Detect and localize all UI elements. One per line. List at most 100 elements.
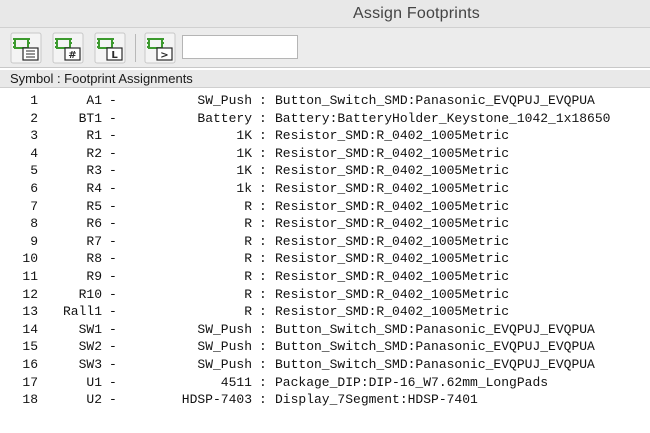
row-colon: :: [259, 128, 267, 144]
row-number: 6: [30, 181, 38, 196]
row-reference: SW3: [78, 357, 102, 372]
row-value: SW_Push: [197, 93, 252, 108]
row-number: 7: [30, 198, 38, 214]
row-reference: R6: [86, 216, 102, 232]
table-row[interactable]: 10 R8- R: Resistor_SMD:R_0402_1005Metric: [0, 250, 650, 268]
row-dash: -: [109, 198, 117, 214]
table-row[interactable]: 12 R10- R: Resistor_SMD:R_0402_1005Metric: [0, 286, 650, 304]
table-row[interactable]: 13 Rall1- R: Resistor_SMD:R_0402_1005Metric: [0, 303, 650, 321]
component-list-icon: [10, 32, 42, 64]
row-footprint: Display_7Segment:HDSP-7401: [275, 392, 478, 408]
table-row[interactable]: 16 SW3- SW_Push: Button_Switch_SMD:Panasoni…: [0, 356, 650, 374]
row-footprint: Resistor_SMD:R_0402_1005Metric: [275, 269, 510, 284]
table-row[interactable]: 3 R1- 1K: Resistor_SMD:R_0402_1005Metric: [0, 127, 650, 145]
row-number: 8: [30, 216, 38, 232]
text-filter-symbol: >: [160, 50, 168, 61]
table-row[interactable]: 17 U1- 4511: Package_DIP:DIP-16_W7.62mm_Lon…: [0, 374, 650, 392]
row-number: 17: [22, 374, 38, 390]
row-dash: -: [109, 181, 117, 196]
row-number: 4: [30, 145, 38, 161]
filter-by-text-button[interactable]: >: [144, 32, 176, 64]
table-row[interactable]: 1 A1- SW_Push: Button_Switch_SMD:Panasonic_…: [0, 92, 650, 110]
row-value: 4511: [220, 374, 252, 390]
row-value: R: [244, 269, 252, 284]
row-value: SW_Push: [197, 357, 252, 372]
view-symbol-list-button[interactable]: [10, 32, 42, 64]
row-dash: -: [109, 251, 117, 267]
row-value: R: [244, 233, 252, 249]
row-value: SW_Push: [197, 339, 252, 355]
library-symbol: L: [111, 50, 118, 61]
table-row[interactable]: 7 R5- R: Resistor_SMD:R_0402_1005Metric: [0, 198, 650, 216]
row-reference: R3: [86, 163, 102, 179]
row-colon: :: [259, 339, 267, 355]
row-number: 11: [22, 269, 38, 284]
row-reference: SW1: [78, 321, 102, 337]
row-number: 18: [22, 392, 38, 408]
row-value: R: [244, 216, 252, 232]
row-footprint: Resistor_SMD:R_0402_1005Metric: [275, 216, 510, 232]
row-footprint: Button_Switch_SMD:Panasonic_EVQPUJ_EVQPU…: [275, 357, 595, 372]
pin-count-symbol: #: [68, 50, 76, 61]
row-value: R: [244, 304, 252, 320]
row-colon: :: [259, 181, 267, 196]
row-number: 10: [22, 251, 38, 267]
row-colon: :: [259, 269, 267, 284]
table-row[interactable]: 15 SW2- SW_Push: Button_Switch_SMD:Panasoni…: [0, 338, 650, 356]
table-row[interactable]: 18 U2- HDSP-7403: Display_7Segment:HDSP-740…: [0, 391, 650, 409]
row-reference: R9: [86, 269, 102, 284]
table-row[interactable]: 8 R6- R: Resistor_SMD:R_0402_1005Metric: [0, 215, 650, 233]
row-reference: A1: [86, 93, 102, 108]
row-reference: U1: [86, 374, 102, 390]
filter-by-library-button[interactable]: L: [94, 32, 126, 64]
assignments-panel-title: Symbol : Footprint Assignments: [10, 71, 193, 86]
row-footprint: Resistor_SMD:R_0402_1005Metric: [275, 128, 510, 144]
row-colon: :: [259, 251, 267, 267]
row-value: HDSP-7403: [181, 392, 252, 408]
row-value: R: [244, 286, 252, 302]
row-colon: :: [259, 233, 267, 249]
window-titlebar: Assign Footprints: [0, 0, 650, 28]
row-value: 1K: [236, 128, 252, 144]
row-colon: :: [259, 374, 267, 390]
row-dash: -: [109, 145, 117, 161]
row-value: 1k: [236, 181, 252, 196]
row-footprint: Resistor_SMD:R_0402_1005Metric: [275, 304, 510, 320]
row-colon: :: [259, 110, 267, 126]
row-dash: -: [109, 357, 117, 372]
row-colon: :: [259, 163, 267, 179]
row-number: 16: [22, 357, 38, 372]
row-colon: :: [259, 145, 267, 161]
text-filter-icon: >: [144, 32, 176, 64]
row-reference: R7: [86, 233, 102, 249]
row-dash: -: [109, 374, 117, 390]
row-dash: -: [109, 269, 117, 284]
row-dash: -: [109, 392, 117, 408]
table-row[interactable]: 14 SW1- SW_Push: Button_Switch_SMD:Panasoni…: [0, 321, 650, 339]
row-footprint: Resistor_SMD:R_0402_1005Metric: [275, 233, 510, 249]
row-reference: R8: [86, 251, 102, 267]
row-number: 13: [22, 304, 38, 320]
row-colon: :: [259, 286, 267, 302]
row-colon: :: [259, 304, 267, 320]
table-row[interactable]: 6 R4- 1k: Resistor_SMD:R_0402_1005Metric: [0, 180, 650, 198]
row-colon: :: [259, 357, 267, 372]
table-row[interactable]: 9 R7- R: Resistor_SMD:R_0402_1005Metric: [0, 233, 650, 251]
table-row[interactable]: 5 R3- 1K: Resistor_SMD:R_0402_1005Metric: [0, 162, 650, 180]
row-footprint: Resistor_SMD:R_0402_1005Metric: [275, 286, 510, 302]
filter-by-pin-count-button[interactable]: #: [52, 32, 84, 64]
assignments-list[interactable]: 1 A1- SW_Push: Button_Switch_SMD:Panasonic_…: [0, 88, 650, 433]
row-colon: :: [259, 93, 267, 108]
row-number: 14: [22, 321, 38, 337]
table-row[interactable]: 11 R9- R: Resistor_SMD:R_0402_1005Metric: [0, 268, 650, 286]
row-number: 3: [30, 128, 38, 144]
row-footprint: Battery:BatteryHolder_Keystone_1042_1x18…: [275, 110, 611, 126]
row-number: 9: [30, 233, 38, 249]
table-row[interactable]: 4 R2- 1K: Resistor_SMD:R_0402_1005Metric: [0, 145, 650, 163]
row-number: 2: [30, 110, 38, 126]
filter-text-input[interactable]: [182, 35, 298, 59]
row-value: Battery: [197, 110, 252, 126]
row-colon: :: [259, 216, 267, 232]
row-reference: R5: [86, 198, 102, 214]
table-row[interactable]: 2 BT1- Battery: Battery:BatteryHolder_Keyst…: [0, 110, 650, 128]
